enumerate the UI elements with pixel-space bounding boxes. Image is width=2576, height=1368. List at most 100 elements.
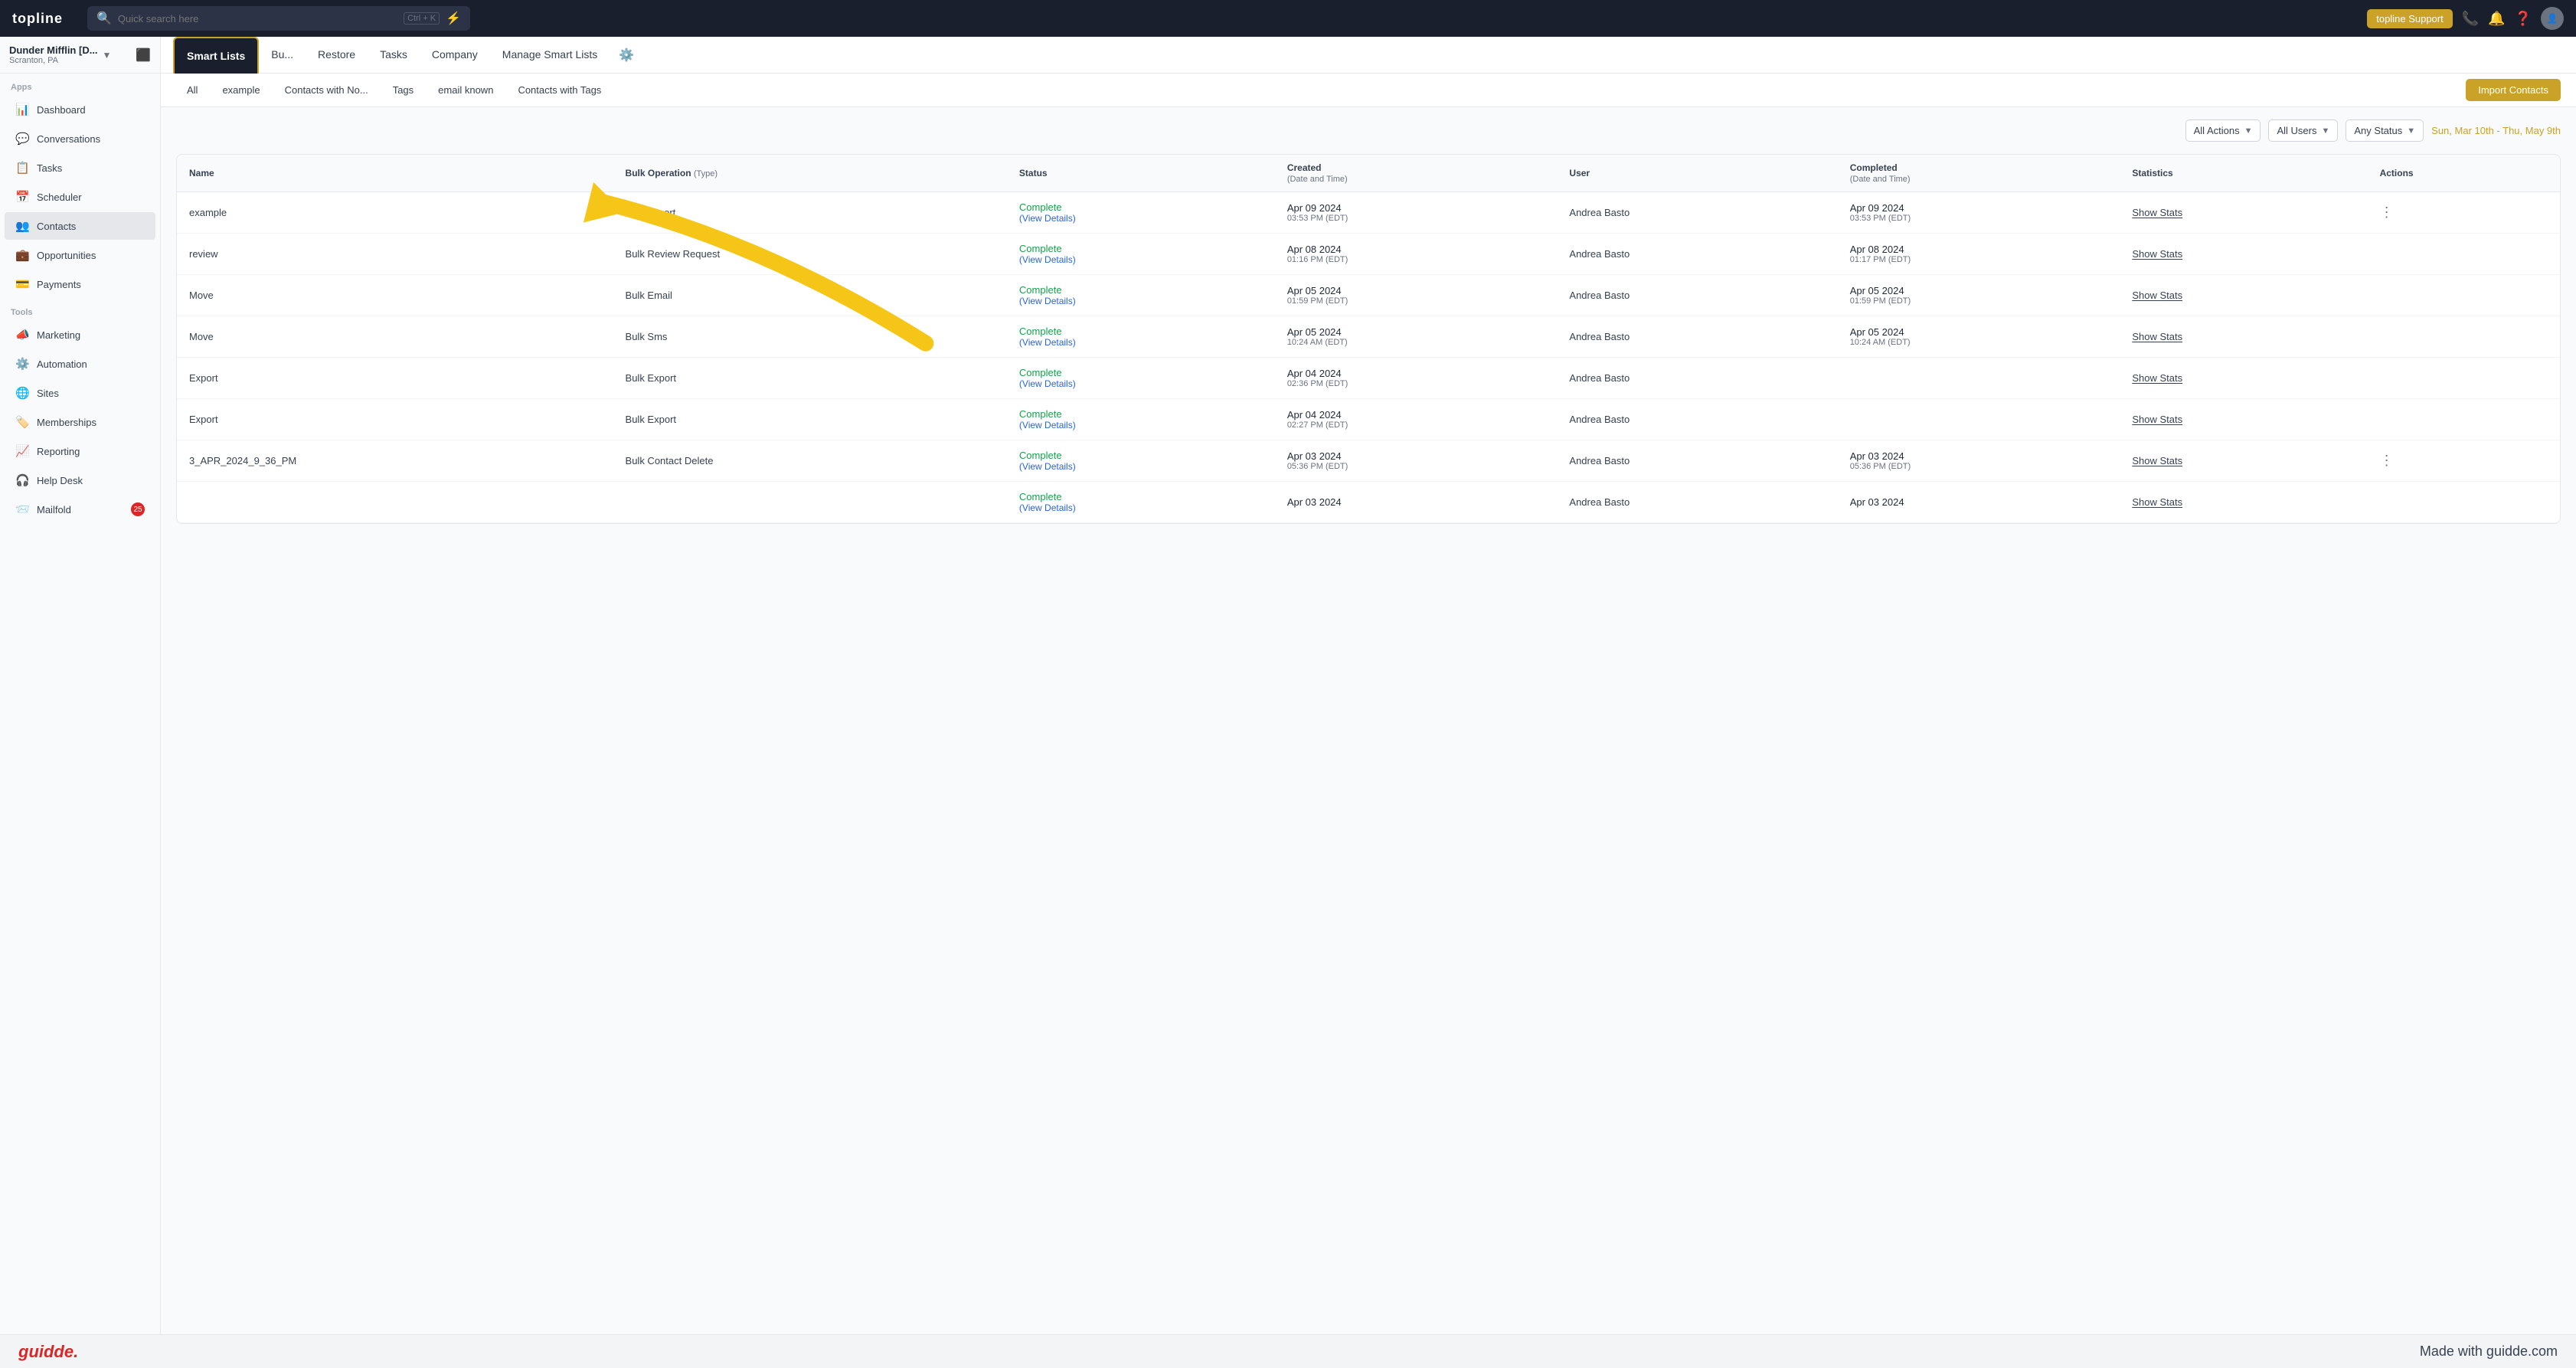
cell-name: Export (177, 358, 613, 399)
status-text: Complete (1019, 408, 1263, 420)
tab-smart-lists[interactable]: Smart Lists (173, 37, 259, 74)
chevron-down-icon: ▼ (103, 50, 112, 61)
cell-operation: Bulk Review Request (613, 234, 1007, 275)
helpdesk-icon: 🎧 (15, 473, 29, 487)
actions-menu-icon[interactable]: ⋮ (2380, 453, 2394, 468)
cell-name: Move (177, 316, 613, 358)
cell-created: Apr 03 2024 (1275, 482, 1558, 523)
tab-manage-smart-lists[interactable]: Manage Smart Lists (490, 37, 610, 74)
sub-tabs-left: All example Contacts with No... Tags ema… (176, 80, 612, 100)
sites-icon: 🌐 (15, 386, 29, 400)
layout-icon[interactable]: ⬛ (136, 47, 151, 63)
search-input[interactable] (118, 13, 397, 25)
show-stats-link[interactable]: Show Stats (2132, 248, 2182, 260)
cell-user: Andrea Basto (1557, 440, 1837, 482)
bell-icon[interactable]: 🔔 (2488, 11, 2505, 27)
cell-completed: Apr 05 2024 01:59 PM (EDT) (1838, 275, 2120, 316)
table-row: Export Bulk Export Complete (View Detail… (177, 358, 2560, 399)
sub-tab-email-known[interactable]: email known (427, 80, 504, 100)
sidebar-item-memberships[interactable]: 🏷️ Memberships (5, 408, 155, 436)
tab-tasks[interactable]: Tasks (368, 37, 420, 74)
view-details-link[interactable]: (View Details) (1019, 378, 1263, 389)
cell-stats: Show Stats (2120, 358, 2367, 399)
show-stats-link[interactable]: Show Stats (2132, 496, 2182, 508)
search-shortcut: Ctrl + K (404, 12, 440, 25)
sidebar-item-opportunities[interactable]: 💼 Opportunities (5, 241, 155, 269)
show-stats-link[interactable]: Show Stats (2132, 290, 2182, 301)
sub-tab-tags[interactable]: Tags (382, 80, 424, 100)
settings-icon[interactable]: ⚙️ (619, 47, 634, 63)
date-range-picker[interactable]: Sun, Mar 10th - Thu, May 9th (2431, 125, 2561, 136)
sidebar-item-dashboard[interactable]: 📊 Dashboard (5, 96, 155, 123)
sub-tab-label: Tags (393, 84, 414, 96)
status-text: Complete (1019, 367, 1263, 378)
show-stats-link[interactable]: Show Stats (2132, 455, 2182, 466)
cell-actions (2368, 358, 2560, 399)
sidebar-item-label: Memberships (37, 417, 96, 428)
automation-icon: ⚙️ (15, 357, 29, 371)
tab-label: Bu... (271, 48, 293, 61)
cell-name: review (177, 234, 613, 275)
cell-operation: Bulk Import (613, 192, 1007, 234)
view-details-link[interactable]: (View Details) (1019, 254, 1263, 265)
cell-stats: Show Stats (2120, 440, 2367, 482)
completed-date: Apr 03 2024 (1850, 496, 2108, 508)
chevron-down-icon: ▼ (2407, 126, 2415, 136)
view-details-link[interactable]: (View Details) (1019, 213, 1263, 224)
created-date: Apr 04 2024 (1287, 409, 1545, 421)
sub-tab-example[interactable]: example (211, 80, 270, 100)
sidebar-item-label: Sites (37, 388, 59, 399)
view-details-link[interactable]: (View Details) (1019, 502, 1263, 513)
completed-date: Apr 03 2024 (1850, 450, 2108, 462)
show-stats-link[interactable]: Show Stats (2132, 414, 2182, 425)
view-details-link[interactable]: (View Details) (1019, 337, 1263, 348)
all-users-filter[interactable]: All Users ▼ (2268, 119, 2338, 142)
created-date: Apr 08 2024 (1287, 244, 1545, 255)
any-status-filter[interactable]: Any Status ▼ (2346, 119, 2424, 142)
search-bar[interactable]: 🔍 Ctrl + K ⚡ (87, 6, 470, 31)
avatar[interactable]: 👤 (2541, 7, 2564, 30)
col-completed: Completed (Date and Time) (1838, 155, 2120, 192)
cell-name (177, 482, 613, 523)
help-icon[interactable]: ❓ (2515, 11, 2532, 27)
tab-bulk[interactable]: Bu... (259, 37, 306, 74)
col-created: Created (Date and Time) (1275, 155, 1558, 192)
cell-user: Andrea Basto (1557, 275, 1837, 316)
sidebar-item-contacts[interactable]: 👥 Contacts (5, 212, 155, 240)
sidebar-item-mailfold[interactable]: 📨 Mailfold 25 (5, 496, 155, 523)
cell-stats: Show Stats (2120, 482, 2367, 523)
show-stats-link[interactable]: Show Stats (2132, 331, 2182, 342)
sidebar-item-reporting[interactable]: 📈 Reporting (5, 437, 155, 465)
sidebar-item-sites[interactable]: 🌐 Sites (5, 379, 155, 407)
sidebar-item-tasks[interactable]: 📋 Tasks (5, 154, 155, 182)
tabs-bar: Smart Lists Bu... Restore Tasks Company … (161, 37, 2576, 74)
sub-tab-contacts-no[interactable]: Contacts with No... (274, 80, 379, 100)
sidebar-item-helpdesk[interactable]: 🎧 Help Desk (5, 466, 155, 494)
created-time: 02:27 PM (EDT) (1287, 421, 1545, 430)
cell-name: example (177, 192, 613, 234)
tab-label: Smart Lists (187, 50, 245, 62)
sub-tab-contacts-tags[interactable]: Contacts with Tags (507, 80, 612, 100)
sidebar-item-marketing[interactable]: 📣 Marketing (5, 321, 155, 349)
workspace-selector[interactable]: Dunder Mifflin [D... Scranton, PA ▼ ⬛ (0, 37, 160, 74)
sidebar-item-payments[interactable]: 💳 Payments (5, 270, 155, 298)
all-actions-filter[interactable]: All Actions ▼ (2185, 119, 2261, 142)
import-contacts-button[interactable]: Import Contacts (2466, 79, 2561, 101)
sub-tab-label: email known (438, 84, 493, 96)
show-stats-link[interactable]: Show Stats (2132, 372, 2182, 384)
sidebar-item-scheduler[interactable]: 📅 Scheduler (5, 183, 155, 211)
view-details-link[interactable]: (View Details) (1019, 420, 1263, 430)
sidebar-item-conversations[interactable]: 💬 Conversations (5, 125, 155, 152)
sub-tab-all[interactable]: All (176, 80, 208, 100)
tab-company[interactable]: Company (420, 37, 490, 74)
actions-menu-icon[interactable]: ⋮ (2380, 205, 2394, 220)
tab-restore[interactable]: Restore (306, 37, 368, 74)
cell-actions: ⋮ (2368, 440, 2560, 482)
view-details-link[interactable]: (View Details) (1019, 461, 1263, 472)
sidebar-item-automation[interactable]: ⚙️ Automation (5, 350, 155, 378)
view-details-link[interactable]: (View Details) (1019, 296, 1263, 306)
sub-tab-label: Contacts with No... (285, 84, 368, 96)
support-button[interactable]: topline Support (2367, 9, 2452, 28)
show-stats-link[interactable]: Show Stats (2132, 207, 2182, 218)
phone-icon[interactable]: 📞 (2462, 11, 2479, 27)
